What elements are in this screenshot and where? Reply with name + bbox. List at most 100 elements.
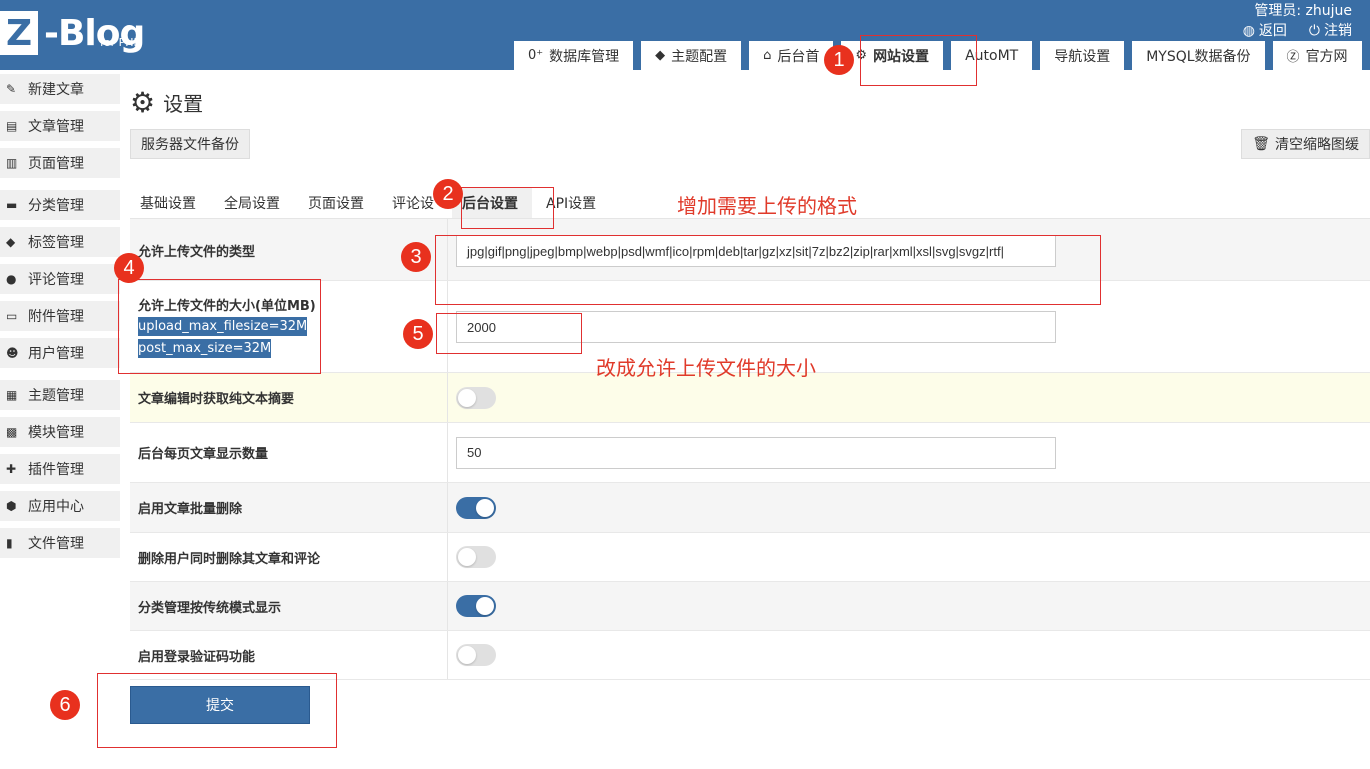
sidebar-item-label: 评论管理 — [28, 272, 84, 288]
annotation-marker-6: 6 — [50, 690, 80, 720]
subtab-2[interactable]: 页面设置 — [298, 188, 378, 218]
gear-icon: ⚙ — [130, 85, 156, 119]
sidebar-item-label: 插件管理 — [28, 462, 84, 478]
header: Z -Blog for PHP 管理员: zhujue ◍ 返回 ⏻ 注销 0⁺ 数据… — [0, 0, 1370, 70]
back-link[interactable]: ◍ 返回 — [1243, 20, 1287, 40]
sidebar-item-9[interactable]: ▩ 模块管理 — [0, 417, 120, 447]
topnav-tab-2[interactable]: ⌂ 后台首 — [749, 41, 834, 70]
sidebar-item-5[interactable]: ● 评论管理 — [0, 264, 120, 294]
annotation-box-5 — [436, 313, 582, 354]
tag-icon: ◆ — [6, 235, 16, 249]
sidebar-item-label: 模块管理 — [28, 425, 84, 441]
logo-subtitle: for PHP — [100, 36, 141, 49]
topnav-tab-label: 主题配置 — [671, 48, 728, 65]
sidebar-item-label: 应用中心 — [28, 499, 84, 515]
sidebar-item-11[interactable]: ⬢ 应用中心 — [0, 491, 120, 521]
app-center-icon: ⬢ — [6, 499, 17, 513]
sidebar-item-label: 附件管理 — [28, 309, 84, 325]
delete-user-label: 删除用户同时删除其文章和评论 — [130, 533, 448, 581]
sidebar-item-0[interactable]: ✎ 新建文章 — [0, 74, 120, 104]
annotation-note-size: 改成允许上传文件的大小 — [596, 356, 816, 380]
folder-icon: ▬ — [6, 198, 18, 212]
zblog-icon: Ⓩ — [1286, 50, 1300, 65]
annotation-box-6 — [97, 673, 337, 748]
trash-icon: 🗑 — [1252, 136, 1270, 152]
database-icon: 0⁺ — [528, 48, 544, 63]
theme-icon: ▦ — [6, 388, 18, 402]
annotation-marker-5: 5 — [403, 319, 433, 349]
sidebar-item-6[interactable]: ▭ 附件管理 — [0, 301, 120, 331]
file-icon: ▮ — [6, 536, 13, 550]
back-label: 返回 — [1258, 23, 1287, 39]
sidebar-item-label: 页面管理 — [28, 156, 84, 172]
annotation-box-3 — [435, 235, 1101, 305]
clear-thumbnail-button[interactable]: 🗑 清空缩略图缓 — [1241, 129, 1370, 159]
annotation-marker-1: 1 — [824, 45, 854, 75]
sidebar-item-8[interactable]: ▦ 主题管理 — [0, 380, 120, 410]
logout-link[interactable]: ⏻ 注销 — [1309, 20, 1352, 40]
topnav-tab-label: 数据库管理 — [549, 48, 620, 65]
sidebar-item-12[interactable]: ▮ 文件管理 — [0, 528, 120, 558]
topnav-tab-1[interactable]: ◆ 主题配置 — [641, 41, 742, 70]
sidebar-item-2[interactable]: ▥ 页面管理 — [0, 148, 120, 178]
annotation-box-2 — [461, 187, 554, 229]
topnav-tab-7[interactable]: Ⓩ 官方网 — [1272, 41, 1362, 70]
batch-delete-toggle[interactable] — [456, 496, 496, 519]
row-category-mode: 分类管理按传统模式显示 — [130, 582, 1370, 631]
sidebar-item-label: 文章管理 — [28, 119, 84, 135]
sidebar-item-label: 分类管理 — [28, 198, 84, 214]
topnav-tab-5[interactable]: 导航设置 — [1040, 41, 1125, 70]
topnav-tab-label: 官方网 — [1305, 48, 1348, 65]
sidebar-item-4[interactable]: ◆ 标签管理 — [0, 227, 120, 257]
sidebar-item-1[interactable]: ▤ 文章管理 — [0, 111, 120, 141]
category-mode-label: 分类管理按传统模式显示 — [130, 582, 448, 630]
plugin-icon: ✚ — [6, 462, 17, 476]
annotation-marker-4: 4 — [114, 253, 144, 283]
upload-types-label: 允许上传文件的类型 — [130, 219, 448, 280]
sidebar-item-3[interactable]: ▬ 分类管理 — [0, 190, 120, 220]
sidebar-item-label: 新建文章 — [28, 82, 84, 98]
page-title-text: 设置 — [163, 91, 204, 116]
row-batch-delete: 启用文章批量删除 — [130, 483, 1370, 533]
comment-icon: ● — [6, 272, 17, 286]
article-icon: ▤ — [6, 119, 18, 133]
sidebar-item-label: 用户管理 — [28, 346, 84, 362]
captcha-toggle[interactable] — [456, 644, 496, 666]
row-per-page: 后台每页文章显示数量 50 — [130, 423, 1370, 483]
subtab-1[interactable]: 全局设置 — [214, 188, 294, 218]
sidebar-item-10[interactable]: ✚ 插件管理 — [0, 454, 120, 484]
sidebar-item-7[interactable]: ☻ 用户管理 — [0, 338, 120, 368]
sidebar-item-label: 主题管理 — [28, 388, 84, 404]
globe-icon: ◍ — [1242, 23, 1255, 39]
module-icon: ▩ — [6, 425, 18, 439]
server-backup-button[interactable]: 服务器文件备份 — [130, 129, 250, 159]
topnav-tab-label: 导航设置 — [1054, 48, 1111, 65]
clear-thumbnail-label: 清空缩略图缓 — [1275, 137, 1359, 153]
category-mode-toggle[interactable] — [456, 595, 496, 617]
topnav-tab-0[interactable]: 0⁺ 数据库管理 — [514, 41, 634, 70]
logout-label: 注销 — [1324, 23, 1352, 39]
sidebar: ✎ 新建文章 ▤ 文章管理 ▥ 页面管理 ▬ 分类管理 ◆ 标签管理 ● 评论管理 ▭ 附件管理 ☻ 用户管理… — [0, 74, 120, 565]
topnav-tab-label: MYSQL数据备份 — [1146, 48, 1251, 65]
annotation-box-1 — [860, 35, 977, 86]
annotation-box-4 — [118, 279, 321, 374]
topnav-tab-label: 后台首 — [777, 48, 820, 65]
logo[interactable]: Z -Blog — [0, 8, 145, 58]
page-icon: ▥ — [6, 156, 18, 170]
subtab-0[interactable]: 基础设置 — [130, 188, 210, 218]
sidebar-item-label: 标签管理 — [28, 235, 84, 251]
captcha-label: 启用登录验证码功能 — [130, 631, 448, 679]
plain-excerpt-label: 文章编辑时获取纯文本摘要 — [130, 373, 448, 422]
per-page-input[interactable]: 50 — [456, 436, 1056, 469]
logo-z-icon: Z — [0, 11, 38, 55]
sidebar-item-label: 文件管理 — [28, 536, 84, 552]
delete-user-toggle[interactable] — [456, 546, 496, 568]
edit-icon: ✎ — [6, 82, 17, 96]
attachment-icon: ▭ — [6, 309, 18, 323]
row-delete-user: 删除用户同时删除其文章和评论 — [130, 533, 1370, 582]
per-page-label: 后台每页文章显示数量 — [130, 423, 448, 482]
main-content: ⚙ 设置 服务器文件备份 🗑 清空缩略图缓 基础设置 全局设置 页面设置 评论设 后台设置… — [130, 80, 1370, 680]
page-title: ⚙ 设置 — [130, 80, 1370, 124]
topnav-tab-6[interactable]: MYSQL数据备份 — [1132, 41, 1265, 70]
plain-excerpt-toggle[interactable] — [456, 386, 496, 409]
